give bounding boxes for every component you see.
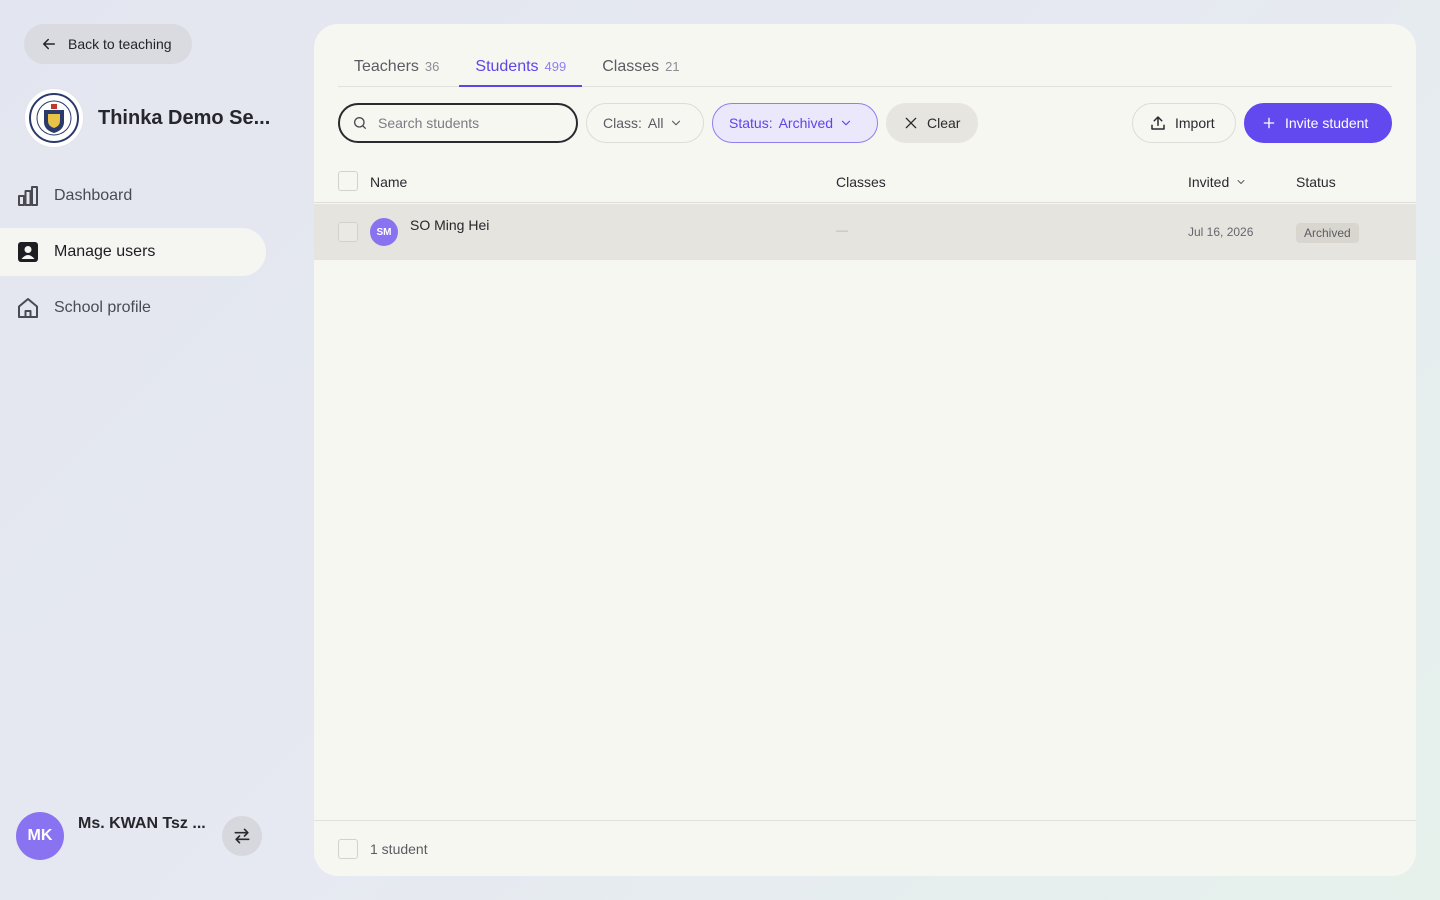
table-footer: 1 student xyxy=(314,820,1416,876)
row-checkbox[interactable] xyxy=(338,222,358,242)
tab-label: Classes xyxy=(602,58,660,75)
sidebar-item-label: Manage users xyxy=(54,243,156,260)
user-name: Ms. KWAN Tsz ... xyxy=(78,815,206,832)
school-name: Thinka Demo Se... xyxy=(98,106,271,129)
avatar: MK xyxy=(16,812,64,860)
tab-teachers[interactable]: Teachers 36 xyxy=(338,48,455,87)
user-type-tabs: Teachers 36 Students 499 Classes 21 xyxy=(338,48,1392,87)
status-badge: Archived xyxy=(1296,223,1359,243)
column-header-status: Status xyxy=(1296,174,1336,190)
close-icon xyxy=(905,117,917,129)
student-name: SO Ming Hei xyxy=(410,217,490,233)
tab-students[interactable]: Students 499 xyxy=(459,48,583,87)
chevron-down-icon xyxy=(841,120,851,126)
student-classes: — xyxy=(836,223,848,237)
class-filter-label: Class: xyxy=(603,115,642,131)
toolbar: Class: All Status: Archived Clear Import… xyxy=(338,103,1392,143)
sidebar-item-dashboard[interactable]: Dashboard xyxy=(0,172,266,220)
school-logo xyxy=(24,88,84,148)
student-count: 1 student xyxy=(370,841,428,857)
search-icon xyxy=(354,117,366,129)
tab-classes[interactable]: Classes 21 xyxy=(586,48,695,87)
status-filter-value: Archived xyxy=(778,115,834,131)
table-row[interactable]: SM SO Ming Hei — Jul 16, 2026 Archived xyxy=(314,204,1416,260)
clear-filters-button[interactable]: Clear xyxy=(886,103,978,143)
chevron-down-icon xyxy=(672,120,681,126)
import-label: Import xyxy=(1175,115,1215,131)
table-header: Name Classes Invited Status xyxy=(314,163,1416,203)
tab-count: 36 xyxy=(424,59,440,74)
search-input[interactable] xyxy=(378,115,558,131)
switch-account-button[interactable] xyxy=(222,816,262,856)
tab-count: 499 xyxy=(544,59,567,74)
tab-label: Teachers xyxy=(354,58,419,75)
column-header-label: Invited xyxy=(1188,174,1230,190)
sidebar-nav: Dashboard Manage users School profile xyxy=(0,172,266,340)
manage-users-panel: Teachers 36 Students 499 Classes 21 Clas… xyxy=(314,24,1416,876)
tab-label: Students xyxy=(475,58,539,75)
clear-label: Clear xyxy=(927,115,961,131)
sidebar-item-school-profile[interactable]: School profile xyxy=(0,284,266,332)
sidebar-item-manage-users[interactable]: Manage users xyxy=(0,228,266,276)
home-icon xyxy=(18,298,38,318)
tab-count: 21 xyxy=(665,59,680,74)
status-filter-label: Status: xyxy=(729,115,773,131)
status-filter-dropdown[interactable]: Status: Archived xyxy=(712,103,878,143)
select-all-checkbox[interactable] xyxy=(338,171,358,191)
bar-chart-icon xyxy=(18,186,38,206)
column-header-name[interactable]: Name xyxy=(370,174,407,190)
column-header-classes: Classes xyxy=(836,174,886,190)
student-avatar: SM xyxy=(370,218,398,246)
invite-label: Invite student xyxy=(1285,115,1369,131)
back-to-teaching-label: Back to teaching xyxy=(68,36,172,52)
sort-chevron-down-icon xyxy=(1237,180,1245,184)
swap-arrows-icon xyxy=(234,828,250,844)
class-filter-dropdown[interactable]: Class: All xyxy=(586,103,704,143)
column-header-invited[interactable]: Invited xyxy=(1188,174,1247,190)
user-card-icon xyxy=(18,242,38,262)
school-header: Thinka Demo Se... xyxy=(24,88,270,148)
arrow-left-icon xyxy=(43,38,55,50)
class-filter-value: All xyxy=(647,115,664,131)
plus-icon xyxy=(1263,117,1275,129)
sidebar-item-label: Dashboard xyxy=(54,187,133,204)
invited-date: Jul 16, 2026 xyxy=(1188,225,1254,239)
upload-icon xyxy=(1151,116,1165,130)
current-user[interactable]: MK Ms. KWAN Tsz ... xyxy=(16,812,206,860)
import-button[interactable]: Import xyxy=(1132,103,1236,143)
search-box xyxy=(338,103,578,143)
sidebar-item-label: School profile xyxy=(54,299,151,316)
footer-select-checkbox[interactable] xyxy=(338,839,358,859)
invite-student-button[interactable]: Invite student xyxy=(1244,103,1392,143)
back-to-teaching-button[interactable]: Back to teaching xyxy=(24,24,192,64)
